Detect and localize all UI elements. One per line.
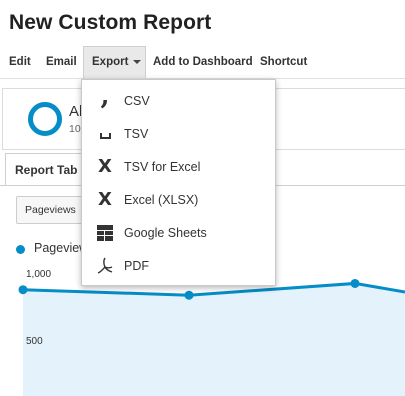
- menu-item-xlsx[interactable]: X Excel (XLSX): [82, 183, 275, 216]
- export-label: Export: [92, 56, 129, 68]
- page-title: New Custom Report: [9, 11, 212, 34]
- tab-report[interactable]: Report Tab: [5, 153, 85, 186]
- data-point[interactable]: [184, 290, 194, 300]
- shortcut-button[interactable]: Shortcut: [260, 46, 307, 78]
- menu-item-label: TSV for Excel: [124, 160, 201, 174]
- excel-x-icon: X: [98, 189, 112, 210]
- y-tick-label: 500: [26, 336, 43, 347]
- menu-item-pdf[interactable]: PDF: [82, 249, 275, 282]
- data-point[interactable]: [18, 285, 28, 295]
- menu-item-csv[interactable]: , CSV: [82, 81, 275, 117]
- export-button[interactable]: Export: [83, 46, 146, 79]
- menu-item-tsv[interactable]: TSV: [82, 117, 275, 150]
- segment-donut-icon: [28, 102, 62, 136]
- menu-item-label: Google Sheets: [124, 226, 207, 240]
- report-toolbar: Edit Email Export Add to Dashboard Short…: [0, 46, 405, 79]
- export-menu: , CSV TSV X TSV for Excel X Excel (XLSX): [81, 79, 276, 286]
- metric-select[interactable]: Pageviews: [16, 196, 86, 224]
- sheets-grid-icon: [95, 223, 115, 243]
- menu-item-label: CSV: [124, 94, 150, 108]
- report-page: New Custom Report Edit Email Export Add …: [0, 0, 405, 396]
- tab-space-icon: [95, 124, 115, 144]
- menu-item-label: PDF: [124, 259, 149, 273]
- menu-item-google-sheets[interactable]: Google Sheets: [82, 216, 275, 249]
- series-area: [23, 283, 405, 396]
- y-tick-label: 1,000: [26, 269, 52, 280]
- chevron-down-icon: [133, 59, 142, 64]
- segment-percentage: 10: [69, 123, 81, 135]
- excel-x-icon: X: [98, 156, 112, 177]
- menu-item-label: Excel (XLSX): [124, 193, 199, 207]
- pdf-icon: [95, 256, 115, 276]
- comma-icon: ,: [100, 81, 110, 111]
- menu-item-tsv-excel[interactable]: X TSV for Excel: [82, 150, 275, 183]
- menu-item-label: TSV: [124, 127, 149, 141]
- email-button[interactable]: Email: [46, 46, 77, 78]
- data-point[interactable]: [350, 278, 360, 288]
- edit-button[interactable]: Edit: [9, 46, 31, 78]
- legend-dot: [16, 245, 25, 254]
- add-to-dashboard-button[interactable]: Add to Dashboard: [153, 46, 253, 78]
